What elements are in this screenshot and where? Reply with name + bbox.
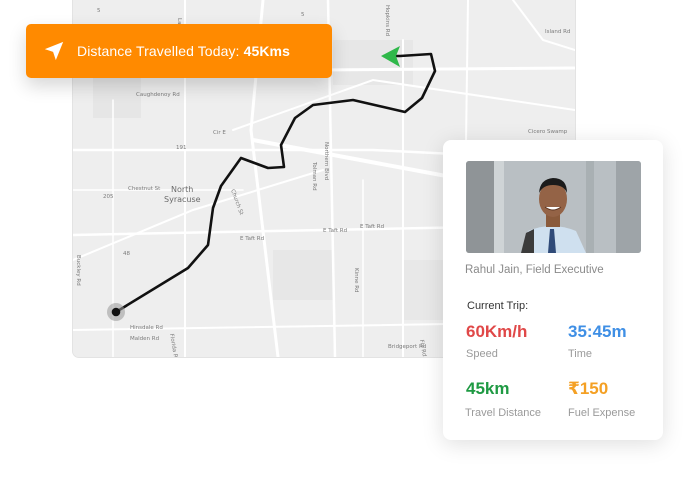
speed-label: Speed <box>466 348 498 360</box>
svg-text:5: 5 <box>97 8 101 14</box>
svg-text:North: North <box>171 185 193 194</box>
svg-text:Hinsdale Rd: Hinsdale Rd <box>130 325 163 331</box>
svg-text:Cicero Swamp: Cicero Swamp <box>528 129 568 135</box>
distance-label: Distance Travelled Today: <box>77 43 240 59</box>
person-name: Rahul Jain, Field Executive <box>465 264 604 276</box>
profile-photo <box>466 161 641 253</box>
svg-text:205: 205 <box>103 194 114 200</box>
svg-text:Kinne Rd: Kinne Rd <box>353 268 359 293</box>
svg-text:Syracuse: Syracuse <box>164 195 201 204</box>
svg-text:E Taft Rd: E Taft Rd <box>360 224 384 230</box>
svg-text:Tolman Rd: Tolman Rd <box>311 161 317 191</box>
svg-text:Northern Blvd: Northern Blvd <box>323 142 329 180</box>
svg-text:Malden Rd: Malden Rd <box>130 336 159 342</box>
fuel-expense-value: ₹150 <box>568 379 609 398</box>
svg-text:5: 5 <box>301 12 305 18</box>
svg-text:E Taft Rd: E Taft Rd <box>323 228 347 234</box>
svg-text:E Taft Rd: E Taft Rd <box>240 236 264 242</box>
speed-value: 60Km/h <box>466 322 528 341</box>
svg-text:191: 191 <box>176 145 187 151</box>
trip-info-card: Rahul Jain, Field Executive Current Trip… <box>443 140 663 440</box>
navigation-arrow-icon <box>44 41 64 61</box>
trip-heading: Current Trip: <box>467 300 529 312</box>
svg-text:Hopkins Rd: Hopkins Rd <box>384 5 390 36</box>
svg-text:Buckley Rd: Buckley Rd <box>75 255 81 286</box>
svg-text:Island Rd: Island Rd <box>545 29 570 35</box>
distance-value: 45Kms <box>243 43 290 59</box>
distance-banner: Distance Travelled Today: 45Kms <box>26 24 332 78</box>
svg-text:Caughdenoy Rd: Caughdenoy Rd <box>136 92 180 98</box>
fuel-expense-label: Fuel Expense <box>568 407 636 419</box>
distance-text: Distance Travelled Today: 45Kms <box>77 43 290 59</box>
travel-distance-label: Travel Distance <box>465 407 542 419</box>
time-value: 35:45m <box>568 322 627 341</box>
time-label: Time <box>568 348 593 360</box>
svg-text:Cir E: Cir E <box>213 130 226 136</box>
svg-text:Chestnut St: Chestnut St <box>128 186 161 192</box>
svg-text:48: 48 <box>123 251 130 257</box>
travel-distance-value: 45km <box>466 379 510 398</box>
start-location-marker <box>111 307 121 317</box>
